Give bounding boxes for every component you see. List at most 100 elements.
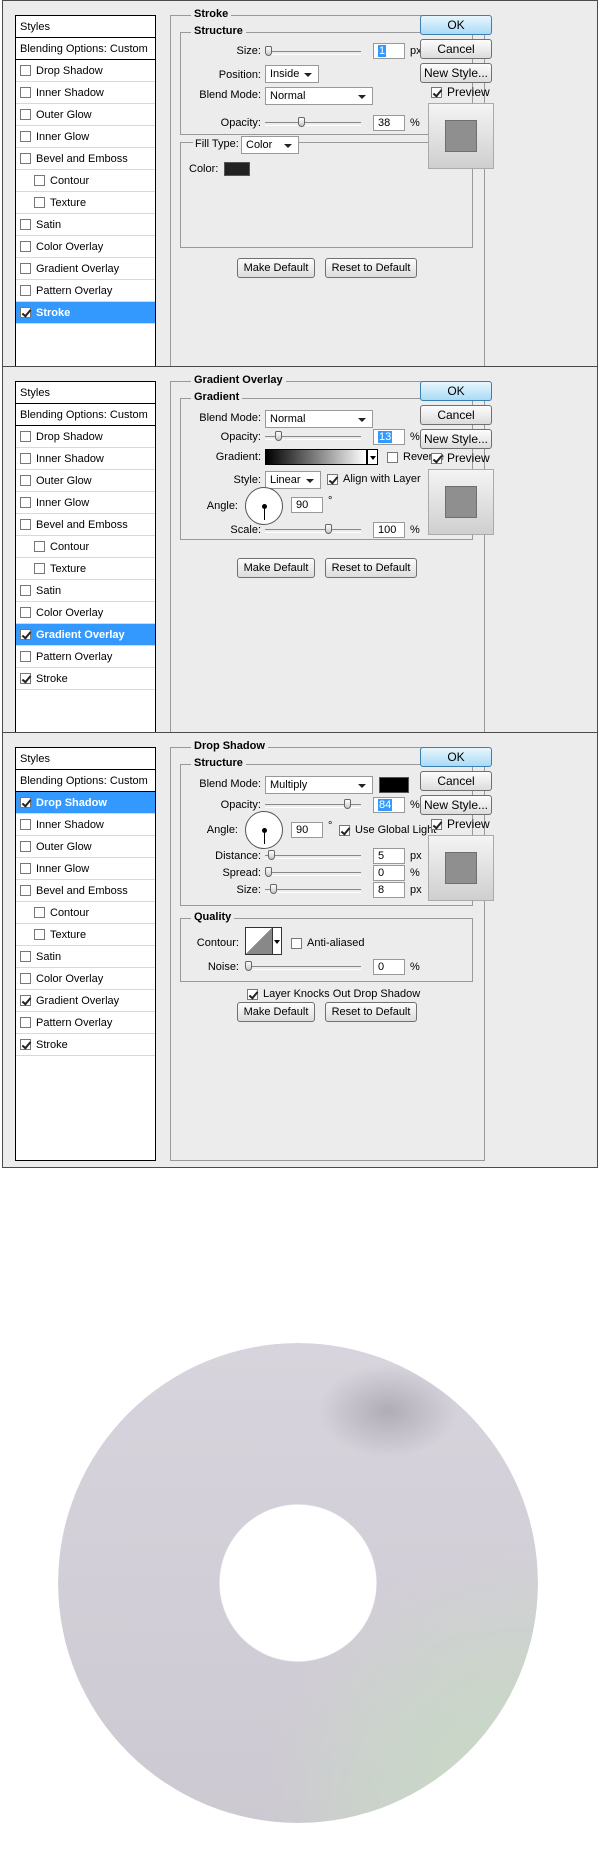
outer-glow-checkbox[interactable] bbox=[20, 841, 31, 852]
style-item-stroke[interactable]: Stroke bbox=[16, 302, 155, 324]
reset-to-default-button[interactable]: Reset to Default bbox=[325, 558, 417, 578]
size-slider[interactable] bbox=[265, 884, 361, 894]
use-global-light-toggle[interactable]: Use Global Light bbox=[339, 824, 436, 836]
reset-to-default-button[interactable]: Reset to Default bbox=[325, 1002, 417, 1022]
new-style-button[interactable]: New Style... bbox=[420, 429, 492, 449]
make-default-button[interactable]: Make Default bbox=[237, 558, 315, 578]
ok-button[interactable]: OK bbox=[420, 381, 492, 401]
contour-dropdown-arrow[interactable] bbox=[273, 927, 282, 955]
texture-checkbox[interactable] bbox=[34, 563, 45, 574]
blending-options[interactable]: Blending Options: Custom bbox=[16, 404, 155, 426]
fill-type-select[interactable]: Color bbox=[241, 136, 299, 154]
style-item-inner-shadow[interactable]: Inner Shadow bbox=[16, 448, 155, 470]
size-slider-thumb[interactable] bbox=[270, 884, 277, 894]
gradient-overlay-checkbox[interactable] bbox=[20, 629, 31, 640]
size-field[interactable]: 8 bbox=[373, 882, 405, 898]
opacity-slider-thumb[interactable] bbox=[298, 117, 305, 127]
anti-aliased-toggle[interactable]: Anti-aliased bbox=[291, 937, 364, 949]
reset-to-default-button[interactable]: Reset to Default bbox=[325, 258, 417, 278]
contour-checkbox[interactable] bbox=[34, 175, 45, 186]
blend-mode-select[interactable]: Normal bbox=[265, 410, 373, 428]
preview-checkbox[interactable] bbox=[431, 818, 442, 830]
style-item-pattern-overlay[interactable]: Pattern Overlay bbox=[16, 646, 155, 668]
inner-shadow-checkbox[interactable] bbox=[20, 819, 31, 830]
contour-preview[interactable] bbox=[245, 927, 273, 955]
noise-field[interactable]: 0 bbox=[373, 959, 405, 975]
gradient-overlay-checkbox[interactable] bbox=[20, 263, 31, 274]
style-item-outer-glow[interactable]: Outer Glow bbox=[16, 104, 155, 126]
style-item-gradient-overlay[interactable]: Gradient Overlay bbox=[16, 990, 155, 1012]
opacity-slider-thumb[interactable] bbox=[275, 431, 282, 441]
blend-mode-select[interactable]: Normal bbox=[265, 87, 373, 105]
outer-glow-checkbox[interactable] bbox=[20, 109, 31, 120]
spread-field[interactable]: 0 bbox=[373, 865, 405, 881]
make-default-button[interactable]: Make Default bbox=[237, 258, 315, 278]
satin-checkbox[interactable] bbox=[20, 219, 31, 230]
style-item-color-overlay[interactable]: Color Overlay bbox=[16, 968, 155, 990]
ok-button[interactable]: OK bbox=[420, 15, 492, 35]
use-global-light-checkbox[interactable] bbox=[339, 824, 350, 836]
opacity-slider-thumb[interactable] bbox=[344, 799, 351, 809]
spread-slider[interactable] bbox=[265, 867, 361, 877]
size-field[interactable]: 1 bbox=[373, 43, 405, 59]
style-item-color-overlay[interactable]: Color Overlay bbox=[16, 236, 155, 258]
texture-checkbox[interactable] bbox=[34, 197, 45, 208]
style-item-bevel-and-emboss[interactable]: Bevel and Emboss bbox=[16, 148, 155, 170]
style-item-inner-glow[interactable]: Inner Glow bbox=[16, 126, 155, 148]
style-item-inner-glow[interactable]: Inner Glow bbox=[16, 492, 155, 514]
bevel-and-emboss-checkbox[interactable] bbox=[20, 519, 31, 530]
blend-mode-select[interactable]: Multiply bbox=[265, 776, 373, 794]
style-item-drop-shadow[interactable]: Drop Shadow bbox=[16, 792, 155, 814]
opacity-slider[interactable] bbox=[265, 431, 361, 441]
style-item-contour[interactable]: Contour bbox=[16, 536, 155, 558]
angle-field[interactable]: 90 bbox=[291, 497, 323, 513]
align-with-layer-toggle[interactable]: Align with Layer bbox=[327, 473, 421, 485]
inner-shadow-checkbox[interactable] bbox=[20, 453, 31, 464]
drop-shadow-checkbox[interactable] bbox=[20, 431, 31, 442]
style-item-drop-shadow[interactable]: Drop Shadow bbox=[16, 426, 155, 448]
contour-checkbox[interactable] bbox=[34, 907, 45, 918]
bevel-and-emboss-checkbox[interactable] bbox=[20, 153, 31, 164]
style-item-contour[interactable]: Contour bbox=[16, 170, 155, 192]
inner-shadow-checkbox[interactable] bbox=[20, 87, 31, 98]
style-item-drop-shadow[interactable]: Drop Shadow bbox=[16, 60, 155, 82]
align-with-layer-checkbox[interactable] bbox=[327, 473, 338, 485]
styles-header[interactable]: Styles bbox=[16, 16, 155, 38]
gradient-overlay-checkbox[interactable] bbox=[20, 995, 31, 1006]
opacity-field[interactable]: 84 bbox=[373, 797, 405, 813]
style-item-satin[interactable]: Satin bbox=[16, 946, 155, 968]
noise-slider-thumb[interactable] bbox=[245, 961, 252, 971]
preview-checkbox[interactable] bbox=[431, 452, 442, 464]
opacity-slider[interactable] bbox=[265, 799, 361, 809]
angle-dial[interactable] bbox=[245, 811, 283, 849]
angle-dial[interactable] bbox=[245, 487, 283, 525]
style-item-texture[interactable]: Texture bbox=[16, 558, 155, 580]
style-item-inner-glow[interactable]: Inner Glow bbox=[16, 858, 155, 880]
style-item-pattern-overlay[interactable]: Pattern Overlay bbox=[16, 280, 155, 302]
style-item-contour[interactable]: Contour bbox=[16, 902, 155, 924]
blending-options[interactable]: Blending Options: Custom bbox=[16, 770, 155, 792]
knockout-checkbox[interactable] bbox=[247, 988, 258, 1000]
contour-checkbox[interactable] bbox=[34, 541, 45, 552]
style-item-texture[interactable]: Texture bbox=[16, 192, 155, 214]
scale-slider[interactable] bbox=[265, 524, 361, 534]
satin-checkbox[interactable] bbox=[20, 585, 31, 596]
distance-slider-thumb[interactable] bbox=[268, 850, 275, 860]
style-item-satin[interactable]: Satin bbox=[16, 214, 155, 236]
bevel-and-emboss-checkbox[interactable] bbox=[20, 885, 31, 896]
opacity-slider[interactable] bbox=[265, 117, 361, 127]
inner-glow-checkbox[interactable] bbox=[20, 863, 31, 874]
scale-field[interactable]: 100 bbox=[373, 522, 405, 538]
stroke-color-swatch[interactable] bbox=[224, 162, 250, 176]
drop-shadow-checkbox[interactable] bbox=[20, 797, 31, 808]
stroke-checkbox[interactable] bbox=[20, 673, 31, 684]
anti-aliased-checkbox[interactable] bbox=[291, 937, 302, 949]
new-style-button[interactable]: New Style... bbox=[420, 63, 492, 83]
inner-glow-checkbox[interactable] bbox=[20, 131, 31, 142]
gradient-dropdown-arrow[interactable] bbox=[367, 449, 378, 465]
size-slider-thumb[interactable] bbox=[265, 46, 272, 56]
style-item-pattern-overlay[interactable]: Pattern Overlay bbox=[16, 1012, 155, 1034]
shadow-color-swatch[interactable] bbox=[379, 777, 409, 793]
color-overlay-checkbox[interactable] bbox=[20, 607, 31, 618]
stroke-checkbox[interactable] bbox=[20, 1039, 31, 1050]
